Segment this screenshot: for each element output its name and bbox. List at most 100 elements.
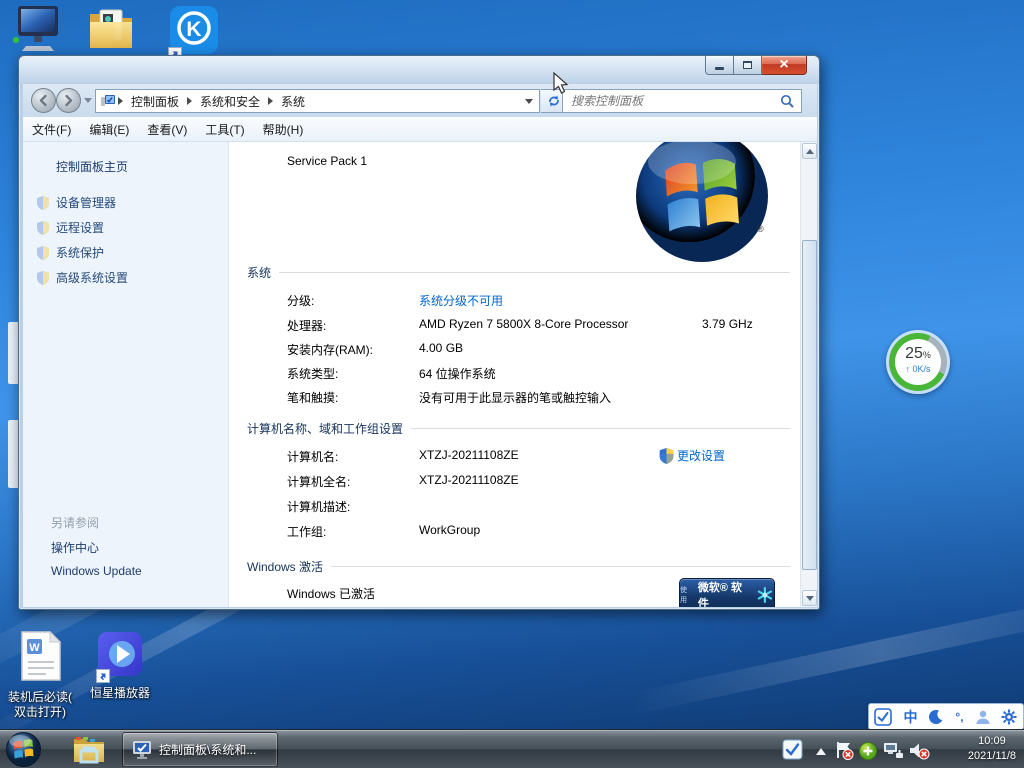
genuine-software-badge[interactable]: 使用 微软® 软件 [679,578,775,607]
start-orb-icon [5,731,42,768]
input-method-logo-icon[interactable] [874,708,892,726]
desktop-icon-folder[interactable] [74,4,150,59]
rating-label: 分级: [287,292,314,309]
breadcrumb-separator[interactable] [268,97,273,105]
taskbar-active-task[interactable]: 控制面板\系统和... [122,732,278,767]
processor-value: AMD Ryzen 7 5800X 8-Core Processor [419,317,628,331]
window-titlebar[interactable] [19,56,819,84]
change-settings-link[interactable]: 更改设置 [659,447,725,464]
close-button[interactable]: × [762,56,807,75]
sidebar-item-control-panel-home[interactable]: 控制面板主页 [56,158,128,175]
menu-edit[interactable]: 编辑(E) [80,121,138,138]
mouse-cursor [553,72,571,96]
workgroup-label: 工作组: [287,523,326,540]
search-icon[interactable] [780,94,795,109]
taskbar-explorer-button[interactable] [72,734,106,768]
breadcrumb-system-security[interactable]: 系统和安全 [194,93,266,110]
processor-speed: 3.79 GHz [702,317,753,331]
desktop-icon-k-player[interactable]: K [156,4,232,61]
menu-view[interactable]: 查看(V) [138,121,196,138]
breadcrumb-system[interactable]: 系统 [275,93,311,110]
document-icon: W [18,630,62,687]
service-pack-text: Service Pack 1 [287,154,367,168]
activation-status: Windows 已激活 [287,585,375,602]
computer-icon [12,2,64,59]
shortcut-arrow-icon [96,669,110,683]
show-hidden-icons-button[interactable] [816,748,826,755]
system-location-icon [100,94,116,108]
recent-pages-dropdown[interactable] [84,98,92,103]
maximize-icon [743,61,752,69]
chinese-mode-toggle[interactable]: 中 [903,710,917,724]
user-icon[interactable] [975,709,991,725]
menu-tools[interactable]: 工具(T) [196,121,253,138]
address-bar[interactable]: 控制面板 系统和安全 系统 [95,89,540,113]
rating-link[interactable]: 系统分级不可用 [419,292,503,309]
sidebar-item-system-protection[interactable]: 系统保护 [56,244,104,261]
desktop-icon-computer[interactable] [0,2,76,59]
clock-date: 2021/11/8 [968,749,1016,764]
forward-arrow-icon [62,94,75,107]
section-header-activation: Windows 激活 [247,558,790,575]
minimize-button[interactable] [705,56,734,75]
address-dropdown[interactable] [519,99,539,104]
menu-help[interactable]: 帮助(H) [254,121,313,138]
system-type-label: 系统类型: [287,365,338,382]
clock-time: 10:09 [968,734,1016,749]
gear-icon[interactable] [1001,709,1017,725]
forward-button[interactable] [56,88,81,113]
icon-label: 恒星播放器 [82,686,158,701]
sidebar-item-action-center[interactable]: 操作中心 [51,539,99,556]
refresh-icon [547,94,561,108]
start-button[interactable] [5,731,42,768]
taskbar-clock[interactable]: 10:09 2021/11/8 [968,734,1016,764]
navigation-bar: 控制面板 系统和安全 系统 [23,84,817,117]
maximize-button[interactable] [734,56,762,75]
speed-widget[interactable]: 25% ↑ 0K/s [886,330,950,394]
minimize-icon [715,67,724,70]
full-computer-name-value: XTZJ-20211108ZE [419,473,519,487]
k-app-icon: K [168,4,220,61]
action-center-flag-icon[interactable] [834,741,854,760]
usage-ring: 25% ↑ 0K/s [889,333,947,391]
punctuation-toggle[interactable]: °, [955,711,963,723]
svg-text:W: W [29,642,40,654]
network-tray-icon[interactable] [882,741,905,760]
sidebar: 控制面板主页 设备管理器 远程设置 系统保护 高级系统设置 另请参阅 操作中心 … [23,142,229,607]
breadcrumb-separator[interactable] [187,97,192,105]
upload-arrow-icon: ↑ [905,364,910,374]
breadcrumb-control-panel[interactable]: 控制面板 [125,93,185,110]
uac-shield-icon [37,221,49,235]
vertical-scrollbar[interactable] [800,142,817,607]
antivirus-tray-icon[interactable] [858,741,878,761]
search-input[interactable] [563,94,780,108]
scroll-down-button[interactable] [802,590,817,606]
sidebar-item-advanced-settings[interactable]: 高级系统设置 [56,269,128,286]
desktop-icon-readme[interactable]: W 装机后必读( 双击打开) [2,630,78,720]
computer-description-label: 计算机描述: [287,498,350,515]
system-info-content: Service Pack 1 ® [229,142,800,607]
full-computer-name-label: 计算机全名: [287,473,350,490]
search-box[interactable] [562,89,802,113]
player-icon [96,630,144,683]
sidebar-item-device-manager[interactable]: 设备管理器 [56,194,116,211]
fullwidth-moon-icon[interactable] [928,709,944,725]
sidebar-item-windows-update[interactable]: Windows Update [51,564,142,578]
back-button[interactable] [31,88,56,113]
hidden-desktop-icon-sliver [8,420,18,488]
tray-input-indicator-icon[interactable] [782,739,803,760]
uac-shield-icon [37,246,49,260]
scroll-up-button[interactable] [802,143,817,159]
system-type-value: 64 位操作系统 [419,365,496,382]
menu-file[interactable]: 文件(F) [23,121,80,138]
section-header-system: 系统 [247,264,790,281]
breadcrumb-separator[interactable] [118,97,123,105]
desktop-icon-star-player[interactable]: 恒星播放器 [82,630,158,701]
widget-percent: 25 [905,345,923,362]
scroll-thumb[interactable] [802,240,817,570]
volume-muted-icon[interactable] [908,741,930,761]
uac-shield-icon [37,271,49,285]
hidden-desktop-icon-sliver [8,322,18,384]
widget-speed: 0K/s [913,364,931,374]
sidebar-item-remote-settings[interactable]: 远程设置 [56,219,104,236]
